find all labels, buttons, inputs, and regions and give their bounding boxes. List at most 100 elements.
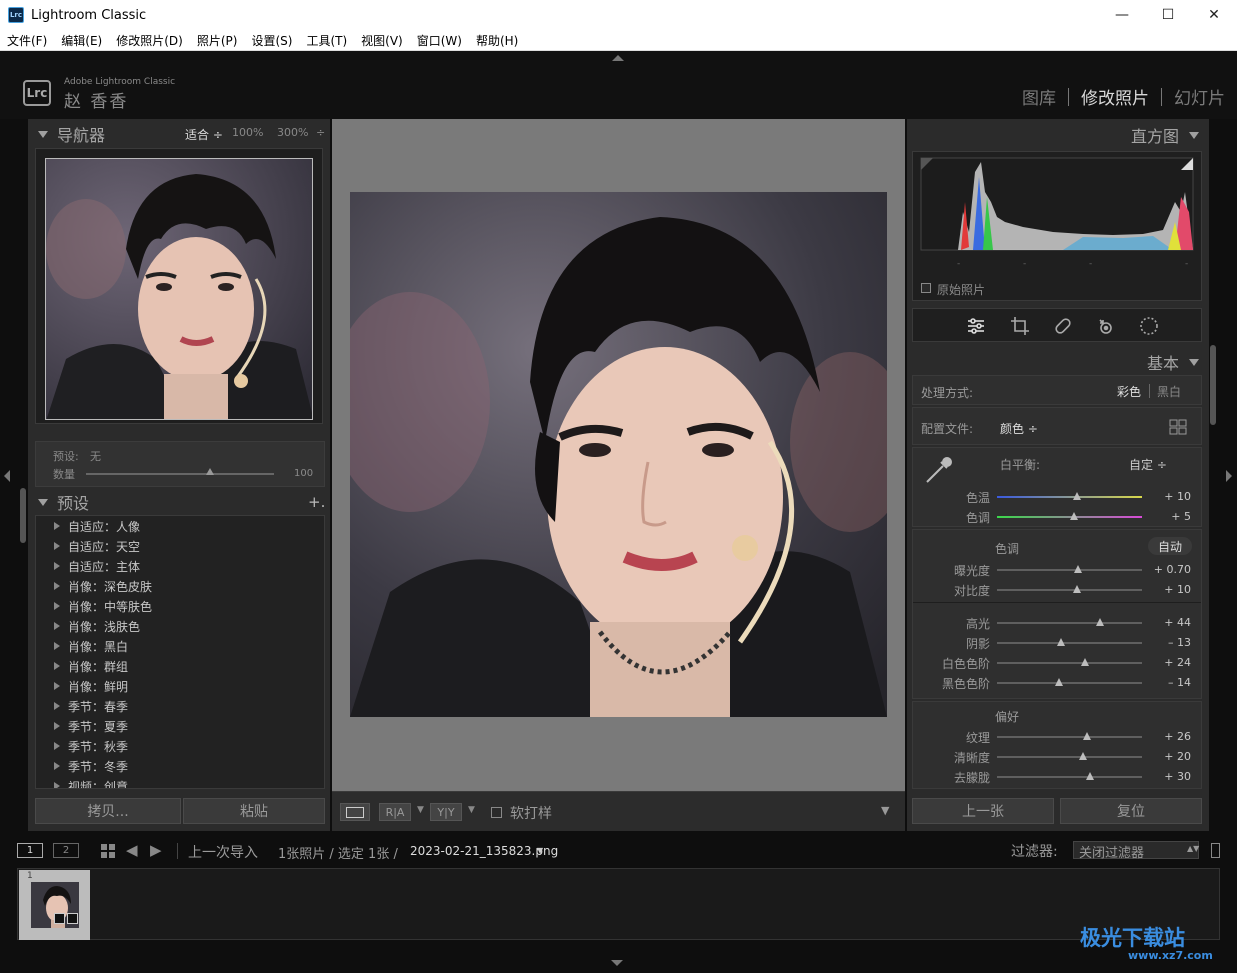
left-panel-toggle-icon[interactable]	[4, 470, 10, 482]
next-arrow-icon[interactable]: ▶	[150, 841, 162, 859]
preset-item[interactable]: 季节：秋季	[36, 736, 324, 756]
basic-header[interactable]: 基本	[1147, 350, 1199, 374]
slider-track[interactable]	[997, 682, 1142, 684]
right-panel-toggle-icon[interactable]	[1226, 470, 1232, 482]
preset-item[interactable]: 自适应：天空	[36, 536, 324, 556]
preset-item[interactable]: 视频：创意	[36, 776, 324, 788]
profile-dropdown[interactable]: 颜色 ÷	[1000, 420, 1038, 437]
preset-item[interactable]: 季节：冬季	[36, 756, 324, 776]
slider-track[interactable]	[997, 622, 1142, 624]
menu-window[interactable]: 窗口(W)	[410, 32, 469, 49]
left-scrollbar[interactable]	[20, 488, 26, 543]
screen2-button[interactable]: 2	[53, 843, 79, 858]
highlights-slider-row[interactable]: 高光 + 44	[913, 612, 1203, 632]
slider-track[interactable]	[997, 496, 1142, 498]
preset-item[interactable]: 季节：春季	[36, 696, 324, 716]
right-scrollbar[interactable]	[1210, 345, 1216, 425]
navigator-preview[interactable]	[35, 148, 323, 424]
menu-view[interactable]: 视图(V)	[354, 32, 410, 49]
module-library[interactable]: 图库	[1010, 84, 1068, 109]
treatment-bw[interactable]: 黑白	[1157, 383, 1181, 400]
masking-icon[interactable]	[1139, 316, 1159, 336]
slider-thumb[interactable]	[1055, 678, 1064, 686]
filmstrip-thumbnail[interactable]: 1	[19, 870, 90, 940]
slider-thumb[interactable]	[1072, 492, 1081, 500]
slider-value[interactable]: + 0.70	[1154, 563, 1191, 576]
contrast-slider-row[interactable]: 对比度 + 10	[913, 579, 1203, 599]
navigator-image[interactable]	[45, 158, 313, 420]
menu-settings[interactable]: 设置(S)	[244, 32, 299, 49]
close-button[interactable]: ✕	[1191, 0, 1237, 30]
slider-value[interactable]: – 14	[1168, 676, 1191, 689]
slider-track[interactable]	[997, 776, 1142, 778]
edit-sliders-icon[interactable]	[966, 316, 986, 336]
original-photo-checkbox[interactable]	[921, 283, 931, 293]
wb-eyedropper-icon[interactable]	[923, 454, 955, 486]
slider-value[interactable]: + 30	[1164, 770, 1191, 783]
slider-thumb[interactable]	[1069, 512, 1078, 520]
menu-edit[interactable]: 编辑(E)	[54, 32, 109, 49]
filter-dropdown[interactable]: 关闭过滤器	[1073, 841, 1199, 861]
reset-button[interactable]: 复位	[1060, 798, 1202, 824]
main-photo[interactable]	[350, 192, 887, 717]
menu-photo[interactable]: 照片(P)	[190, 32, 245, 49]
bottom-panel-toggle-icon[interactable]	[611, 960, 623, 966]
grid-view-icon[interactable]	[101, 844, 116, 859]
profile-browser-icon[interactable]	[1169, 419, 1187, 435]
healing-icon[interactable]	[1053, 316, 1073, 336]
slider-thumb[interactable]	[1085, 772, 1094, 780]
source-label[interactable]: 上一次导入	[188, 842, 258, 862]
preset-item[interactable]: 季节：夏季	[36, 716, 324, 736]
temp-slider-row[interactable]: 色温 + 10	[913, 486, 1203, 506]
menu-tools[interactable]: 工具(T)	[299, 32, 354, 49]
paste-button[interactable]: 粘贴	[183, 798, 325, 824]
slider-thumb[interactable]	[1078, 752, 1087, 760]
slider-value[interactable]: – 13	[1168, 636, 1191, 649]
filename-dropdown-icon[interactable]: ▼	[537, 846, 543, 855]
previous-button[interactable]: 上一张	[912, 798, 1054, 824]
preset-item[interactable]: 肖像：黑白	[36, 636, 324, 656]
filter-dropdown-arrow-icon[interactable]: ▲▼	[1187, 844, 1199, 853]
before-after-yy-button[interactable]: Y|Y	[430, 803, 462, 821]
filter-lock-icon[interactable]	[1211, 843, 1220, 858]
ra-dropdown-icon[interactable]: ▼	[417, 805, 424, 815]
shadows-slider-row[interactable]: 阴影 – 13	[913, 632, 1203, 652]
menu-file[interactable]: 文件(F)	[0, 32, 54, 49]
slider-value[interactable]: + 24	[1164, 656, 1191, 669]
preset-item[interactable]: 自适应：人像	[36, 516, 324, 536]
navigator-header[interactable]: 导航器	[38, 121, 105, 147]
auto-tone-button[interactable]: 自动	[1148, 537, 1192, 555]
texture-slider-row[interactable]: 纹理 + 26	[913, 726, 1203, 746]
loupe-view-button[interactable]	[340, 803, 370, 821]
preset-item[interactable]: 肖像：浅肤色	[36, 616, 324, 636]
slider-thumb[interactable]	[1074, 565, 1083, 573]
minimize-button[interactable]: —	[1099, 0, 1145, 30]
menu-develop[interactable]: 修改照片(D)	[109, 32, 190, 49]
amount-slider-thumb[interactable]	[206, 468, 215, 475]
slider-track[interactable]	[997, 589, 1142, 591]
toolbar-menu-icon[interactable]: ▼	[881, 804, 889, 817]
treatment-color[interactable]: 彩色	[1117, 383, 1141, 400]
module-slideshow[interactable]: 幻灯片	[1162, 84, 1237, 109]
top-panel-toggle-icon[interactable]	[612, 55, 624, 61]
copy-button[interactable]: 拷贝...	[35, 798, 181, 824]
preset-item[interactable]: 肖像：中等肤色	[36, 596, 324, 616]
slider-thumb[interactable]	[1095, 618, 1104, 626]
screen1-button[interactable]: 1	[17, 843, 43, 858]
crop-icon[interactable]	[1010, 316, 1030, 336]
zoom-fit[interactable]: 适合 ÷	[185, 126, 223, 143]
yy-dropdown-icon[interactable]: ▼	[468, 805, 475, 815]
tint-slider-row[interactable]: 色调 + 5	[913, 506, 1203, 526]
preset-item[interactable]: 自适应：主体	[36, 556, 324, 576]
zoom-100[interactable]: 100%	[232, 126, 263, 139]
preset-item[interactable]: 肖像：深色皮肤	[36, 576, 324, 596]
menu-help[interactable]: 帮助(H)	[469, 32, 525, 49]
preset-item[interactable]: 肖像：鲜明	[36, 676, 324, 696]
prev-arrow-icon[interactable]: ◀	[126, 841, 138, 859]
whites-slider-row[interactable]: 白色色阶 + 24	[913, 652, 1203, 672]
histogram[interactable]: - - - - 原始照片	[912, 151, 1202, 301]
slider-value[interactable]: + 10	[1164, 490, 1191, 503]
add-preset-icon[interactable]: +.	[308, 493, 325, 511]
filename[interactable]: 2023-02-21_135823.png	[410, 844, 558, 858]
blacks-slider-row[interactable]: 黑色色阶 – 14	[913, 672, 1203, 692]
